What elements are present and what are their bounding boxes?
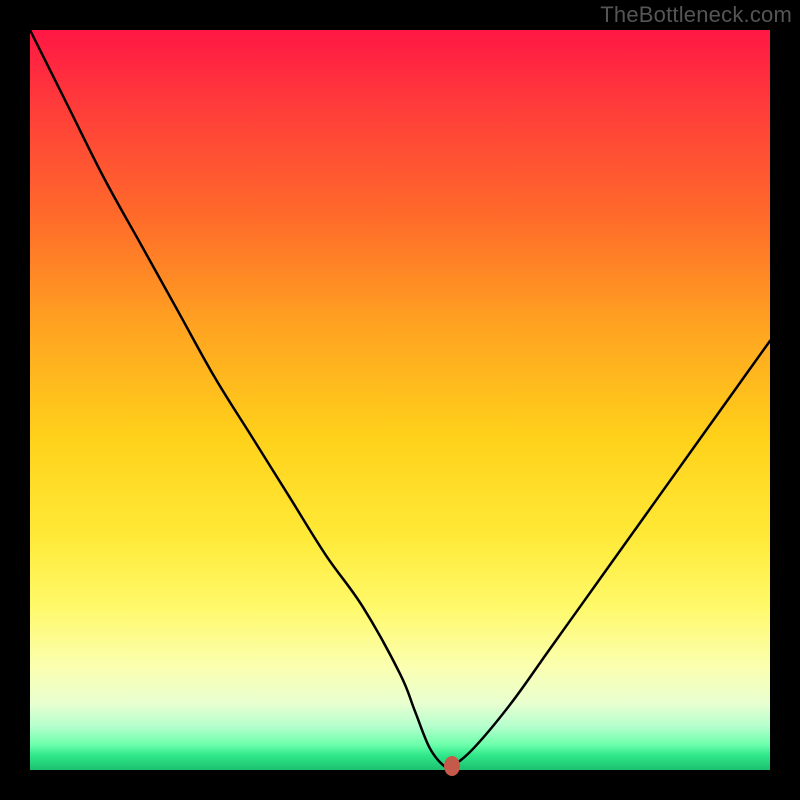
- attribution-label: TheBottleneck.com: [600, 2, 792, 28]
- bottleneck-curve: [30, 30, 770, 770]
- plot-area: [30, 30, 770, 770]
- chart-frame: TheBottleneck.com: [0, 0, 800, 800]
- optimal-point-marker: [444, 756, 460, 776]
